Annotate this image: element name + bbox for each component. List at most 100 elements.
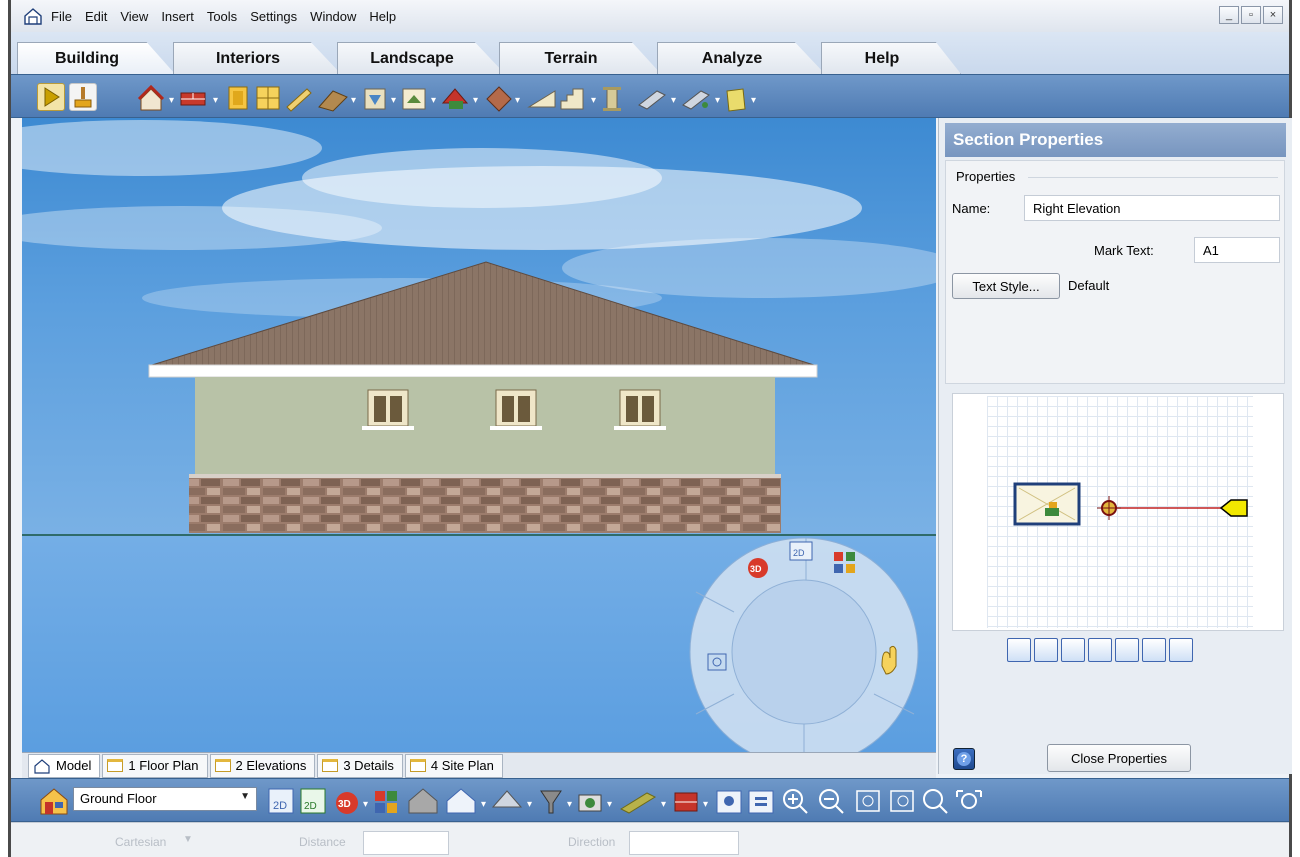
svg-text:▾: ▾	[473, 95, 478, 106]
menu-window[interactable]: Window	[310, 9, 356, 24]
pan-hand-icon[interactable]	[1169, 638, 1193, 662]
notes-icon	[726, 88, 746, 112]
zoom-fit-icon[interactable]	[1061, 638, 1085, 662]
cabinet-icon	[441, 88, 469, 109]
preview-zoom-tools	[1007, 638, 1193, 662]
zoom-out-icon[interactable]	[1034, 638, 1058, 662]
svg-text:▾: ▾	[213, 95, 218, 106]
floor-plane-icon	[619, 792, 657, 814]
menu-tools[interactable]: Tools	[207, 9, 237, 24]
toolbar-icon-strip[interactable]: ▾ ▾ ▾ ▾ ▾ ▾ ▾ ▾ ▾ ▾ ▾	[137, 83, 1147, 113]
floor-select[interactable]: Ground Floor ▼	[73, 787, 257, 811]
menu-settings[interactable]: Settings	[250, 9, 297, 24]
name-field[interactable]: Right Elevation	[1024, 195, 1280, 221]
svg-text:2D: 2D	[273, 800, 287, 812]
floor-select-value: Ground Floor	[80, 791, 157, 806]
section-properties-panel: Section Properties Properties Name: Righ…	[938, 118, 1292, 774]
svg-text:▾: ▾	[567, 799, 572, 810]
zoom-extents-icon[interactable]	[1142, 638, 1166, 662]
page-icon	[409, 759, 426, 772]
distance-field[interactable]	[363, 831, 449, 855]
svg-text:▾: ▾	[751, 95, 756, 106]
navigation-wheel[interactable]: 3D 2D	[686, 534, 926, 752]
house-model[interactable]	[22, 118, 936, 538]
view-tab-site-plan[interactable]: 4 Site Plan	[404, 753, 503, 778]
svg-text:▾: ▾	[391, 95, 396, 106]
svg-text:2D: 2D	[304, 801, 317, 812]
floor-icon	[318, 90, 348, 112]
svg-text:3D: 3D	[338, 799, 351, 810]
zoom-in-icon[interactable]	[1007, 638, 1031, 662]
select-tool-button[interactable]	[37, 83, 65, 111]
view-tab-model-label: Model	[56, 758, 92, 773]
close-window-button[interactable]: ×	[1263, 6, 1283, 24]
restore-button[interactable]: ▫	[1241, 6, 1261, 24]
tab-analyze[interactable]: Analyze	[657, 42, 825, 74]
tab-building[interactable]: Building	[17, 42, 175, 74]
section-icon	[638, 90, 666, 110]
3d-view-icon: 3D	[748, 558, 768, 578]
close-properties-button[interactable]: Close Properties	[1047, 744, 1191, 772]
status-bar: Cartesian ▼ Distance Direction	[11, 822, 1289, 857]
camera-icon	[578, 794, 602, 812]
split-2d-icon: 2D	[300, 788, 326, 814]
zoom-window-bottom-icon	[890, 790, 914, 812]
tab-interiors[interactable]: Interiors	[173, 42, 341, 74]
model-house-icon	[34, 758, 50, 774]
chevron-down-icon: ▼	[240, 791, 250, 802]
door-icon	[228, 86, 248, 110]
app-house-icon	[24, 8, 42, 25]
svg-text:▾: ▾	[515, 95, 520, 106]
properties-group: Properties Name: Right Elevation Mark Te…	[945, 160, 1285, 384]
paint-brush-icon	[74, 87, 92, 108]
view-tab-floor-plan[interactable]: 1 Floor Plan	[102, 753, 208, 778]
tab-help[interactable]: Help	[821, 42, 961, 74]
view-tab-model[interactable]: Model	[28, 753, 101, 778]
view-tab-details-label: 3 Details	[343, 758, 394, 773]
tab-landscape[interactable]: Landscape	[337, 42, 505, 74]
house-outline-icon	[446, 788, 476, 814]
svg-text:▾: ▾	[351, 95, 356, 106]
zoom-fit-bottom-icon	[856, 790, 880, 812]
svg-text:▾: ▾	[481, 799, 486, 810]
view-tab-elevations[interactable]: 2 Elevations	[209, 753, 316, 778]
direction-field[interactable]	[629, 831, 739, 855]
zoom-previous-icon[interactable]	[1115, 638, 1139, 662]
view-tab-details[interactable]: 3 Details	[317, 753, 403, 778]
paint-tool-button[interactable]	[69, 83, 97, 111]
tab-terrain[interactable]: Terrain	[499, 42, 661, 74]
menu-help[interactable]: Help	[369, 9, 396, 24]
zoom-out-bottom-icon	[819, 789, 844, 814]
ceiling-icon	[486, 86, 512, 112]
bottom-icon-strip[interactable]: 2D 2D 3D ▾ ▾ ▾ ▾ ▾ ▾ ▾	[265, 785, 1275, 817]
svg-text:▾: ▾	[607, 799, 612, 810]
menu-file[interactable]: File	[51, 9, 72, 24]
menu-insert[interactable]: Insert	[161, 9, 194, 24]
zoom-in-bottom-icon	[783, 789, 808, 814]
menu-edit[interactable]: Edit	[85, 9, 107, 24]
2d-view-icon: 2D	[789, 541, 813, 561]
svg-text:3D: 3D	[750, 564, 762, 574]
page-icon	[214, 759, 231, 772]
help-icon[interactable]: ?	[953, 748, 975, 770]
svg-text:▾: ▾	[661, 799, 666, 810]
house-grey-icon	[408, 788, 438, 814]
application-window: File Edit View Insert Tools Settings Win…	[8, 0, 1292, 857]
roof-icon	[402, 88, 426, 110]
text-style-button[interactable]: Text Style...	[952, 273, 1060, 299]
coordinate-mode[interactable]: Cartesian	[115, 835, 166, 849]
mark-text-field[interactable]: A1	[1194, 237, 1280, 263]
zoom-window-icon[interactable]	[1088, 638, 1112, 662]
dimension-icon	[682, 90, 710, 110]
menu-view[interactable]: View	[120, 9, 148, 24]
minimize-button[interactable]: _	[1219, 6, 1239, 24]
page-icon	[322, 759, 339, 772]
3d-viewport[interactable]: 3D 2D	[22, 118, 936, 752]
section-preview[interactable]	[952, 393, 1284, 631]
column-icon	[364, 88, 386, 110]
svg-text:2D: 2D	[793, 548, 805, 558]
view-tab-floor-plan-label: 1 Floor Plan	[128, 758, 199, 773]
bottom-toolbar: Ground Floor ▼ 2D 2D 3D ▾ ▾ ▾ ▾ ▾ ▾ ▾	[11, 778, 1289, 822]
floor-manager-icon[interactable]	[39, 786, 69, 816]
svg-text:▾: ▾	[363, 799, 368, 810]
